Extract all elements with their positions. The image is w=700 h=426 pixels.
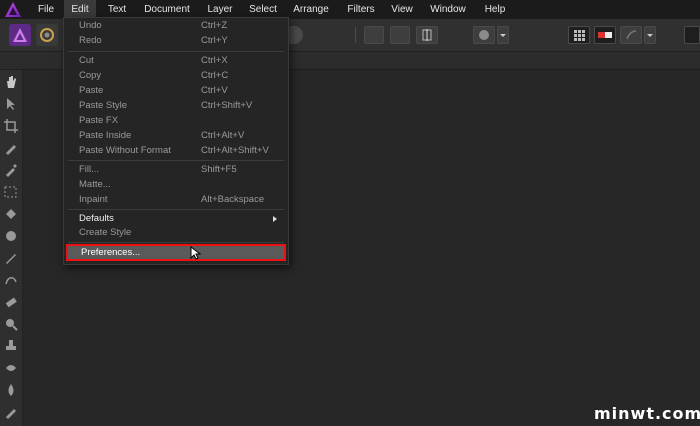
eraser-tool-icon[interactable] [3,294,19,310]
flip-icon[interactable] [416,26,438,44]
retouch-tool-icon[interactable] [3,272,19,288]
color-picker-tool-icon[interactable] [3,162,19,178]
menu-window[interactable]: Window [426,0,470,19]
photo-persona-icon[interactable] [9,24,31,46]
menu-item-fill[interactable]: Fill... Shift+F5 [64,162,288,177]
toolbar-divider [355,27,356,43]
brush-assistant-icon[interactable] [620,26,642,44]
split-view-icon[interactable] [594,26,616,44]
menu-item-defaults[interactable]: Defaults [64,211,288,226]
watermark-text: minwt.com [594,404,700,423]
clone-tool-icon[interactable] [3,338,19,354]
menu-item-create-style[interactable]: Create Style [64,225,288,240]
edit-menu-dropdown: Undo Ctrl+Z Redo Ctrl+Y Cut Ctrl+X Copy … [63,17,289,265]
grid-icon[interactable] [568,26,590,44]
menu-separator [68,209,284,210]
menu-item-matte[interactable]: Matte... [64,177,288,192]
menu-separator [68,242,284,243]
menu-view[interactable]: View [388,0,416,19]
menu-filters[interactable]: Filters [342,0,380,19]
menu-item-redo[interactable]: Redo Ctrl+Y [64,33,288,48]
pixel-tool-icon[interactable] [3,250,19,266]
smudge-tool-icon[interactable] [3,360,19,376]
crop-tool-icon[interactable] [3,118,19,134]
menu-arrange[interactable]: Arrange [290,0,332,19]
assistant-dropdown-icon[interactable] [644,26,656,44]
blend-dropdown-icon[interactable] [497,26,509,44]
menu-item-undo[interactable]: Undo Ctrl+Z [64,18,288,33]
menu-item-copy[interactable]: Copy Ctrl+C [64,68,288,83]
dodge-tool-icon[interactable] [3,316,19,332]
menu-help[interactable]: Help [480,0,510,19]
marquee-icon[interactable] [364,26,384,44]
selection-tool-icon[interactable] [3,184,19,200]
flood-fill-tool-icon[interactable] [3,206,19,222]
menu-item-preferences[interactable]: Preferences... [66,244,286,261]
menu-item-paste-fx[interactable]: Paste FX [64,113,288,128]
blur-tool-icon[interactable] [3,382,19,398]
move-tool-icon[interactable] [3,96,19,112]
menu-item-inpaint[interactable]: Inpaint Alt+Backspace [64,192,288,207]
hand-tool-icon[interactable] [3,74,19,90]
transform-icon[interactable] [390,26,410,44]
menu-item-paste-without-format[interactable]: Paste Without Format Ctrl+Alt+Shift+V [64,143,288,158]
pen-tool-icon[interactable] [3,404,19,420]
paint-brush-tool-icon[interactable] [3,140,19,156]
liquify-persona-icon[interactable] [36,24,58,46]
mouse-cursor-icon [190,246,202,260]
brush-tool-icon[interactable] [3,228,19,244]
menu-file[interactable]: File [33,0,59,19]
menu-separator [68,51,284,52]
menu-item-paste-inside[interactable]: Paste Inside Ctrl+Alt+V [64,128,288,143]
menu-item-cut[interactable]: Cut Ctrl+X [64,53,288,68]
menu-separator [68,160,284,161]
blend-mode-icon[interactable] [473,26,495,44]
menu-item-paste-style[interactable]: Paste Style Ctrl+Shift+V [64,98,288,113]
submenu-arrow-icon [273,216,277,222]
affinity-photo-logo-icon[interactable] [5,2,21,17]
tools-panel [0,70,23,426]
menu-item-paste[interactable]: Paste Ctrl+V [64,83,288,98]
delete-icon[interactable] [684,26,700,44]
